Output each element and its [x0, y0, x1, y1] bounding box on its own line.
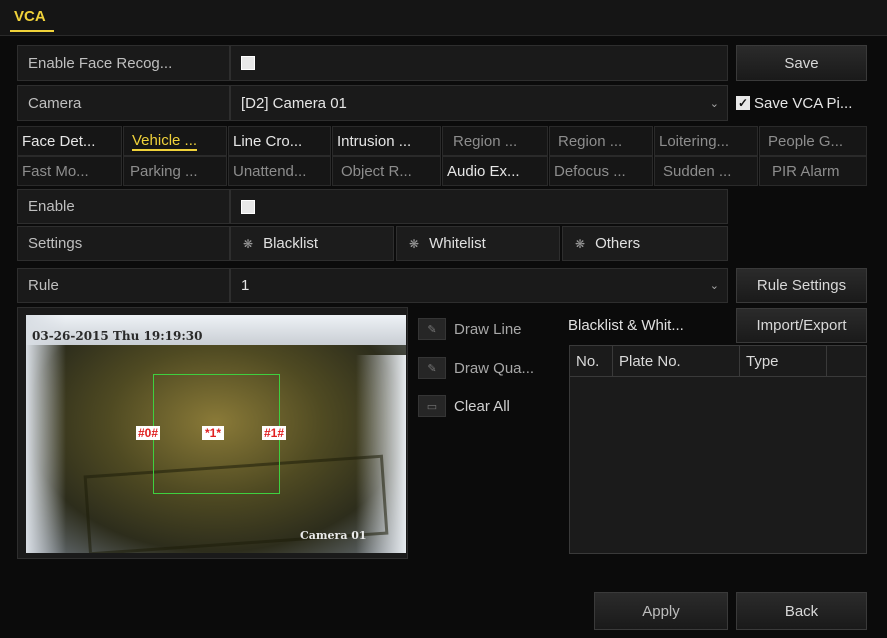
enable-checkbox[interactable]	[241, 199, 255, 214]
tab-region-exiting[interactable]: Region ...	[549, 126, 653, 156]
column-header-type[interactable]: Type	[740, 346, 827, 376]
tab-loitering[interactable]: Loitering...	[654, 126, 758, 156]
blacklist-option[interactable]: ❋ Blacklist	[230, 226, 394, 261]
tab-face-detection[interactable]: Face Det...	[17, 126, 122, 156]
chevron-down-icon: ⌄	[709, 280, 719, 292]
tab-unattended-baggage[interactable]: Unattend...	[228, 156, 331, 186]
region-marker-center: *1*	[202, 426, 225, 440]
enable-label: Enable	[17, 189, 230, 224]
top-bar: VCA	[0, 0, 887, 36]
plate-list-table[interactable]: No. Plate No. Type	[569, 345, 867, 554]
tab-people-gathering[interactable]: People G...	[759, 126, 867, 156]
tab-pir-alarm[interactable]: PIR Alarm	[759, 156, 867, 186]
gear-icon: ❋	[575, 236, 586, 251]
face-recog-label: Enable Face Recog...	[17, 45, 230, 81]
tab-vehicle-detection[interactable]: Vehicle ...	[123, 126, 227, 156]
tab-audio-exception[interactable]: Audio Ex...	[442, 156, 548, 186]
tab-intrusion[interactable]: Intrusion ...	[332, 126, 441, 156]
chevron-down-icon: ⌄	[709, 97, 719, 110]
save-vca-picture-label: Save VCA Pi...	[754, 94, 853, 112]
tab-defocus[interactable]: Defocus ...	[549, 156, 653, 186]
others-option[interactable]: ❋ Others	[562, 226, 728, 261]
tab-line-crossing[interactable]: Line Cro...	[228, 126, 331, 156]
checkmark-icon: ✓	[736, 96, 750, 110]
settings-label: Settings	[17, 226, 230, 261]
gear-icon: ❋	[243, 236, 254, 251]
save-button[interactable]: Save	[736, 45, 867, 81]
whitelist-option[interactable]: ❋ Whitelist	[396, 226, 560, 261]
draw-line-button[interactable]: ✎ Draw Line	[418, 317, 564, 341]
tab-parking[interactable]: Parking ...	[123, 156, 227, 186]
pencil-icon: ✎	[418, 318, 446, 340]
camera-select-value: [D2] Camera 01	[241, 94, 347, 112]
save-vca-picture-option[interactable]: ✓ Save VCA Pi...	[736, 85, 867, 121]
column-header-no[interactable]: No.	[570, 346, 613, 376]
face-recog-field	[230, 45, 728, 81]
page-title: VCA	[14, 8, 46, 25]
preview-timestamp: 03-26-2015 Thu 19:19:30	[32, 329, 203, 343]
back-button[interactable]: Back	[736, 592, 867, 630]
gear-icon: ❋	[409, 236, 420, 251]
edit-icon: ✎	[418, 357, 446, 379]
list-title: Blacklist & Whit...	[568, 316, 684, 334]
region-marker-left: #0#	[136, 426, 161, 440]
apply-button[interactable]: Apply	[594, 592, 728, 630]
camera-preview[interactable]: 03-26-2015 Thu 19:19:30 Camera 01 #0# *1…	[26, 315, 406, 553]
face-recog-checkbox[interactable]	[241, 56, 255, 70]
rule-label: Rule	[17, 268, 230, 303]
column-header-plate-no[interactable]: Plate No.	[613, 346, 740, 376]
preview-camera-name: Camera 01	[300, 529, 367, 542]
rule-select[interactable]: 1 ⌄	[230, 268, 728, 303]
tab-sudden-scene-change[interactable]: Sudden ...	[654, 156, 758, 186]
title-underline	[10, 30, 54, 32]
clear-all-button[interactable]: ▭ Clear All	[418, 394, 564, 418]
import-export-button[interactable]: Import/Export	[736, 308, 867, 343]
camera-label: Camera	[17, 85, 230, 121]
tab-region-entrance[interactable]: Region ...	[442, 126, 548, 156]
rule-settings-button[interactable]: Rule Settings	[736, 268, 867, 303]
enable-field	[230, 189, 728, 224]
camera-select[interactable]: [D2] Camera 01 ⌄	[230, 85, 728, 121]
tab-object-removal[interactable]: Object R...	[332, 156, 441, 186]
table-header: No. Plate No. Type	[570, 346, 866, 377]
region-marker-right: #1#	[262, 426, 287, 440]
rule-select-value: 1	[241, 277, 250, 294]
tab-fast-moving[interactable]: Fast Mo...	[17, 156, 122, 186]
preview-left-glare	[26, 315, 66, 553]
eraser-icon: ▭	[418, 395, 446, 417]
draw-quadrilateral-button[interactable]: ✎ Draw Qua...	[418, 356, 564, 380]
